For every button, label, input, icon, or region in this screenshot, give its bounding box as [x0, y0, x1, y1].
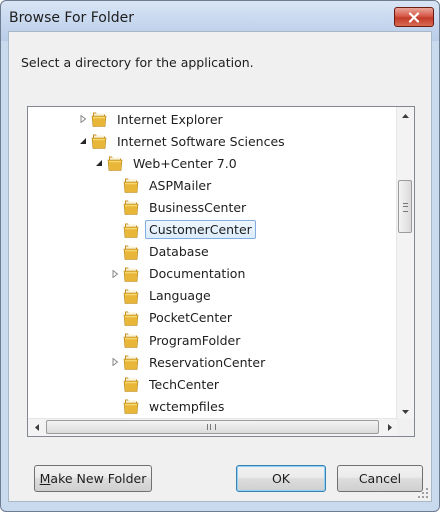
instruction-text: Select a directory for the application. — [21, 55, 254, 70]
scroll-down-button[interactable] — [397, 403, 414, 420]
tree-item-label: CustomerCenter — [145, 220, 256, 239]
cancel-button[interactable]: Cancel — [337, 465, 423, 492]
folder-icon — [123, 333, 139, 348]
window-title: Browse For Folder — [9, 10, 135, 26]
folder-icon — [91, 134, 107, 149]
tree-item-label: BusinessCenter — [149, 199, 247, 215]
folder-icon — [123, 267, 139, 282]
close-button[interactable] — [394, 7, 434, 27]
folder-icon — [123, 377, 139, 392]
horizontal-scroll-thumb[interactable] — [46, 420, 379, 434]
tree-item-label: Internet Software Sciences — [117, 133, 285, 149]
scrollbar-corner — [397, 419, 414, 436]
folder-icon — [107, 156, 123, 171]
scroll-down-icon — [402, 409, 409, 414]
make-new-folder-label: ake New Folder — [50, 471, 147, 486]
tree-item-label: ProgramFolder — [149, 332, 241, 348]
tree-item-label: Internet Explorer — [117, 111, 223, 127]
make-new-folder-button[interactable]: Make New Folder — [34, 465, 152, 492]
folder-icon — [91, 112, 107, 127]
tree-item[interactable]: wctempfiles — [110, 395, 228, 417]
tree-item[interactable]: ProgramFolder — [110, 329, 244, 351]
folder-icon — [123, 200, 139, 216]
dialog-body: Select a directory for the application. … — [8, 31, 432, 502]
tree-item-label: Database — [149, 244, 209, 260]
tree-item-label: Language — [149, 288, 211, 304]
folder-icon — [123, 289, 139, 304]
scroll-left-icon — [34, 424, 39, 431]
folder-icon — [123, 311, 139, 326]
tree-item-label: Documentation — [149, 266, 246, 282]
tree-item-label: ASPMailer — [149, 177, 212, 193]
tree-item-label: PocketCenter — [149, 310, 233, 326]
tree-item-label: wctempfiles — [149, 398, 225, 414]
tree-item[interactable]: CustomerCenter — [110, 219, 256, 241]
folder-icon — [123, 399, 139, 415]
vertical-scroll-thumb[interactable] — [398, 180, 412, 233]
folder-icon — [123, 223, 139, 238]
tree-item[interactable]: Web+Center 7.0 — [94, 152, 241, 174]
scroll-right-icon — [387, 424, 392, 431]
tree-item[interactable]: Internet Explorer — [78, 108, 227, 130]
tree-item[interactable]: Documentation — [110, 263, 249, 285]
collapsed-triangle-icon[interactable] — [110, 269, 119, 278]
tree-item-label: TechCenter — [149, 376, 220, 392]
tree-rows: Internet Explorer Internet Software Scien… — [28, 107, 398, 420]
folder-icon — [123, 245, 139, 260]
browse-for-folder-dialog: Browse For Folder Select a directory for… — [0, 0, 440, 512]
tree-item[interactable]: TechCenter — [110, 373, 223, 395]
resize-grip-icon[interactable] — [418, 488, 428, 498]
tree-item-label: ReservationCenter — [149, 354, 266, 370]
tree-item[interactable]: Internet Software Sciences — [78, 130, 289, 152]
scroll-right-button[interactable] — [381, 419, 398, 436]
tree-item[interactable]: Database — [110, 241, 213, 263]
tree-item-label: Web+Center 7.0 — [133, 155, 237, 171]
close-icon — [408, 11, 420, 23]
make-new-folder-mnemonic: M — [39, 471, 51, 486]
folder-tree[interactable]: Internet Explorer Internet Software Scien… — [27, 106, 415, 437]
tree-item[interactable]: PocketCenter — [110, 307, 236, 329]
folder-icon — [123, 178, 139, 194]
tree-item[interactable]: Language — [110, 285, 215, 307]
expanded-triangle-icon[interactable] — [78, 137, 87, 146]
tree-item[interactable]: BusinessCenter — [110, 196, 250, 218]
collapsed-triangle-icon[interactable] — [110, 358, 119, 367]
scroll-left-button[interactable] — [28, 419, 45, 436]
collapsed-triangle-icon[interactable] — [78, 115, 87, 124]
folder-icon — [123, 355, 139, 370]
expanded-triangle-icon[interactable] — [94, 159, 103, 168]
ok-button[interactable]: OK — [236, 465, 326, 492]
vertical-scrollbar[interactable] — [396, 107, 414, 420]
tree-item[interactable]: ReservationCenter — [110, 351, 269, 373]
scroll-up-button[interactable] — [397, 107, 414, 124]
tree-item[interactable]: ASPMailer — [110, 174, 215, 196]
scroll-up-icon — [402, 113, 409, 118]
horizontal-scrollbar[interactable] — [28, 418, 398, 436]
